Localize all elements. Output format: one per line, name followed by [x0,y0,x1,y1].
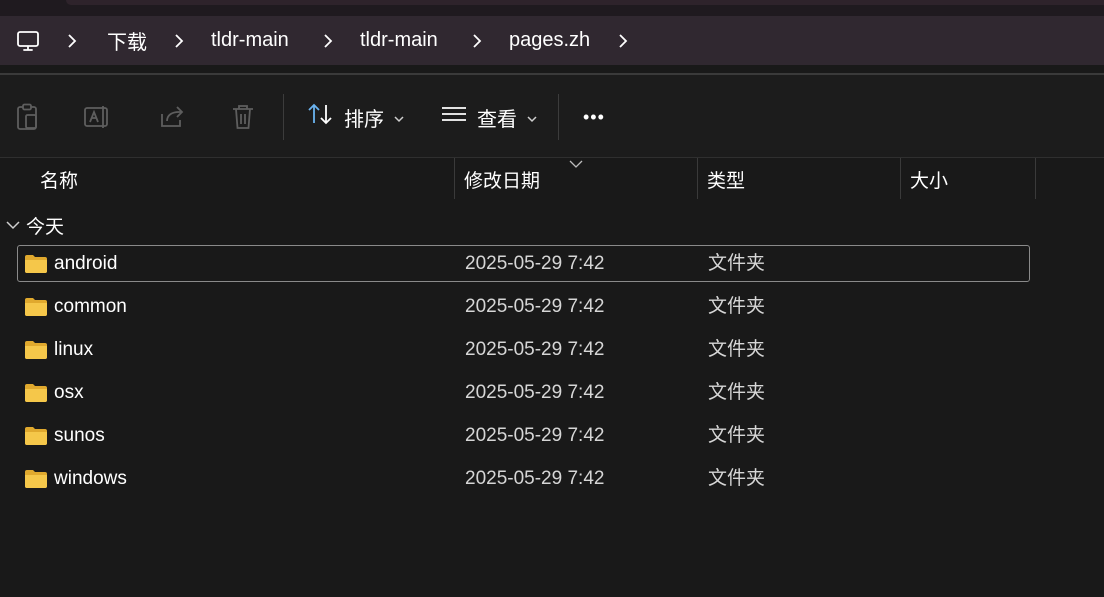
file-name: android [54,253,118,274]
chevron-right-icon[interactable] [173,16,185,65]
file-date: 2025-05-29 7:42 [465,296,605,317]
column-separator[interactable] [454,158,455,199]
chevron-right-icon[interactable] [471,16,483,65]
breadcrumb-item-downloads[interactable]: 下载 [107,16,147,65]
sort-icon [306,102,334,132]
breadcrumb-item-pages-zh[interactable]: pages.zh [509,16,590,65]
file-name: common [54,296,127,317]
list-item[interactable]: windows 2025-05-29 7:42 文件夹 [17,460,1030,497]
folder-icon [25,341,47,359]
list-item[interactable]: common 2025-05-29 7:42 文件夹 [17,288,1030,325]
list-item[interactable]: android 2025-05-29 7:42 文件夹 [17,245,1030,282]
chevron-right-icon[interactable] [66,16,78,65]
chevron-right-icon[interactable] [322,16,334,65]
folder-icon [25,384,47,402]
view-label: 查看 [477,108,517,131]
file-name: sunos [54,425,105,446]
column-separator[interactable] [697,158,698,199]
column-separator[interactable] [900,158,901,199]
list-item[interactable]: sunos 2025-05-29 7:42 文件夹 [17,417,1030,454]
file-type: 文件夹 [708,382,766,403]
file-name: windows [54,468,127,489]
folder-icon [25,255,47,273]
folder-icon [25,427,47,445]
share-icon[interactable] [157,102,187,132]
sort-button[interactable]: 排序 [306,97,404,137]
file-name: linux [54,339,94,360]
tab-edge [66,0,1104,5]
column-header-name[interactable]: 名称 [40,158,78,200]
view-list-icon [441,104,467,130]
rename-icon[interactable] [83,102,113,132]
toolbar-separator [283,94,284,140]
paste-icon[interactable] [12,102,42,132]
breadcrumb-item-tldr-main[interactable]: tldr-main [211,16,289,65]
list-item[interactable]: osx 2025-05-29 7:42 文件夹 [17,374,1030,411]
breadcrumb-item-tldr-main-2[interactable]: tldr-main [360,16,438,65]
view-button[interactable]: 查看 [441,97,537,137]
group-label: 今天 [26,216,65,238]
computer-icon[interactable] [16,16,40,65]
file-type: 文件夹 [708,468,766,489]
chevron-down-icon [394,106,404,129]
toolbar-separator [558,94,559,140]
chevron-down-icon [6,214,20,236]
file-type: 文件夹 [708,296,766,317]
column-header-date[interactable]: 修改日期 [464,158,540,200]
column-separator[interactable] [1035,158,1036,199]
chevron-down-icon [527,106,537,129]
window-top-strip [0,0,1104,16]
delete-icon[interactable] [228,102,258,132]
group-header-today[interactable]: 今天 [6,210,64,240]
file-type: 文件夹 [708,425,766,446]
folder-icon [25,470,47,488]
file-date: 2025-05-29 7:42 [465,425,605,446]
folder-icon [25,298,47,316]
sort-label: 排序 [344,108,384,131]
list-item[interactable]: linux 2025-05-29 7:42 文件夹 [17,331,1030,368]
chevron-right-icon[interactable] [617,16,629,65]
column-header-type[interactable]: 类型 [707,158,745,200]
file-date: 2025-05-29 7:42 [465,468,605,489]
more-options-button[interactable]: ••• [583,97,605,137]
file-type: 文件夹 [708,253,766,274]
file-name: osx [54,382,84,403]
file-date: 2025-05-29 7:42 [465,339,605,360]
file-date: 2025-05-29 7:42 [465,253,605,274]
sort-indicator-icon [569,155,583,173]
file-date: 2025-05-29 7:42 [465,382,605,403]
file-type: 文件夹 [708,339,766,360]
column-header-size[interactable]: 大小 [910,158,948,200]
